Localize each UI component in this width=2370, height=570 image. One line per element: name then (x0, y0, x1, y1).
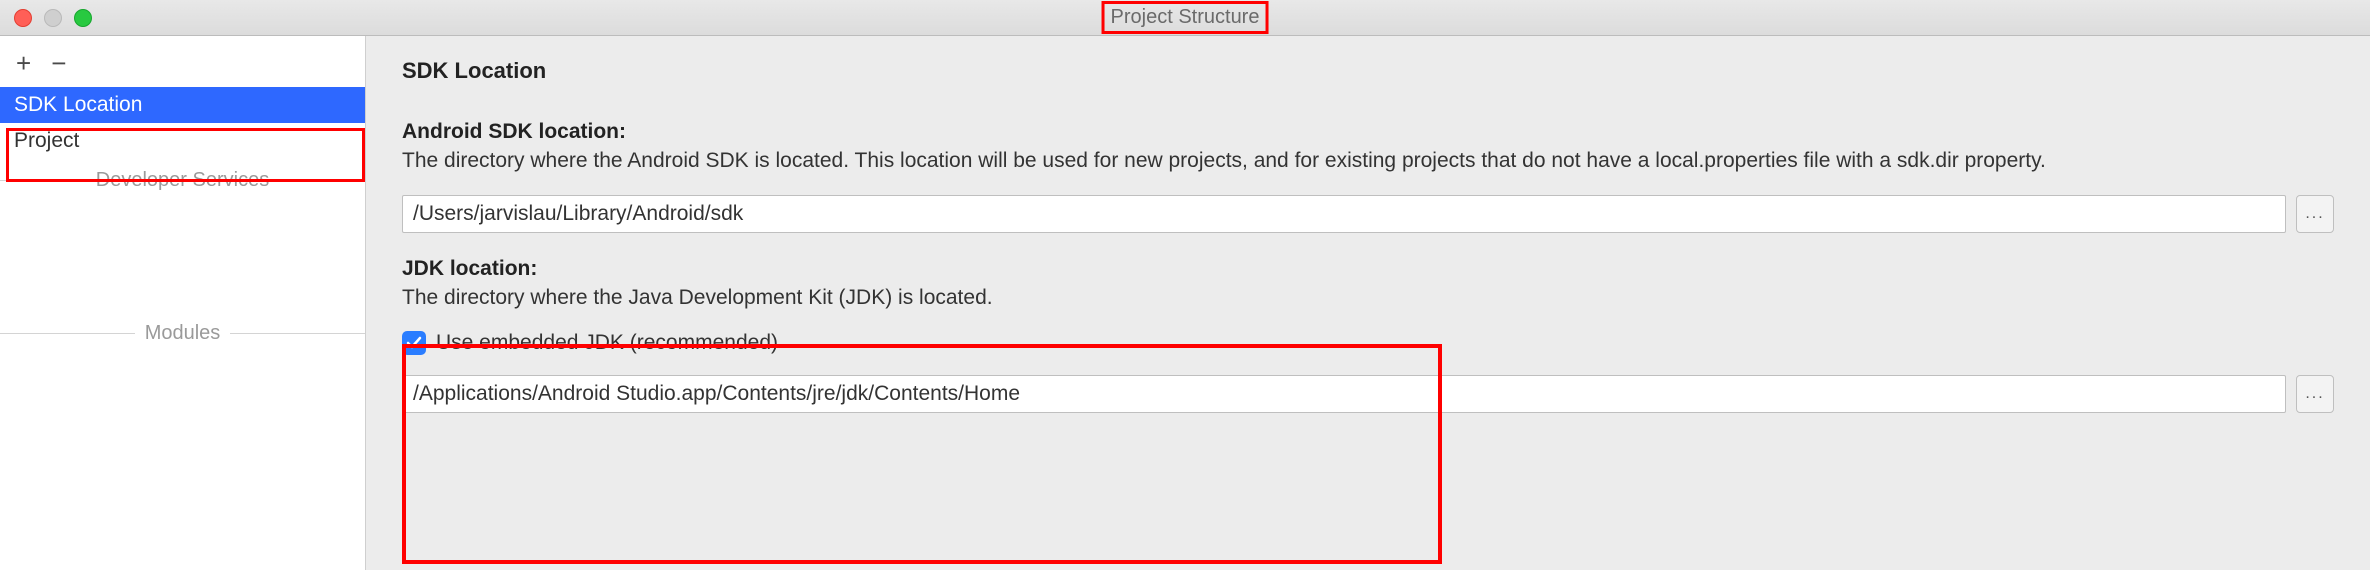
sidebar-item-project[interactable]: Project (0, 123, 365, 159)
sdk-section: Android SDK location: The directory wher… (402, 120, 2334, 233)
sidebar-group-label: Modules (135, 322, 231, 345)
sdk-title: Android SDK location: (402, 120, 2334, 144)
sidebar-group-label: Developer Services (86, 169, 279, 192)
minimize-window-button[interactable] (44, 9, 62, 27)
jdk-browse-button[interactable]: ... (2296, 375, 2334, 413)
jdk-title: JDK location: (402, 257, 2334, 281)
sidebar: + − SDK Location Project Developer Servi… (0, 36, 366, 570)
jdk-desc: The directory where the Java Development… (402, 283, 2334, 312)
titlebar: Project Structure (0, 0, 2370, 36)
sdk-browse-button[interactable]: ... (2296, 195, 2334, 233)
sidebar-item-label: Project (14, 129, 79, 152)
checkmark-icon (406, 335, 422, 351)
maximize-window-button[interactable] (74, 9, 92, 27)
remove-icon[interactable]: − (51, 48, 66, 79)
content-pane: SDK Location Android SDK location: The d… (366, 36, 2370, 570)
page-heading: SDK Location (402, 58, 2334, 84)
embedded-jdk-checkbox[interactable] (402, 331, 426, 355)
sdk-path-input[interactable] (402, 195, 2286, 233)
sidebar-group-modules: Modules (0, 312, 365, 355)
sidebar-item-label: SDK Location (14, 93, 142, 116)
jdk-section: JDK location: The directory where the Ja… (402, 257, 2334, 412)
add-icon[interactable]: + (16, 48, 31, 79)
sidebar-item-sdk-location[interactable]: SDK Location (0, 87, 365, 123)
embedded-jdk-label: Use embedded JDK (recommended) (436, 331, 778, 355)
sdk-desc: The directory where the Android SDK is l… (402, 146, 2334, 175)
window-title: Project Structure (1102, 1, 1269, 34)
traffic-lights (0, 9, 92, 27)
close-window-button[interactable] (14, 9, 32, 27)
sidebar-group-developer-services: Developer Services (0, 159, 365, 202)
jdk-path-input[interactable] (402, 375, 2286, 413)
